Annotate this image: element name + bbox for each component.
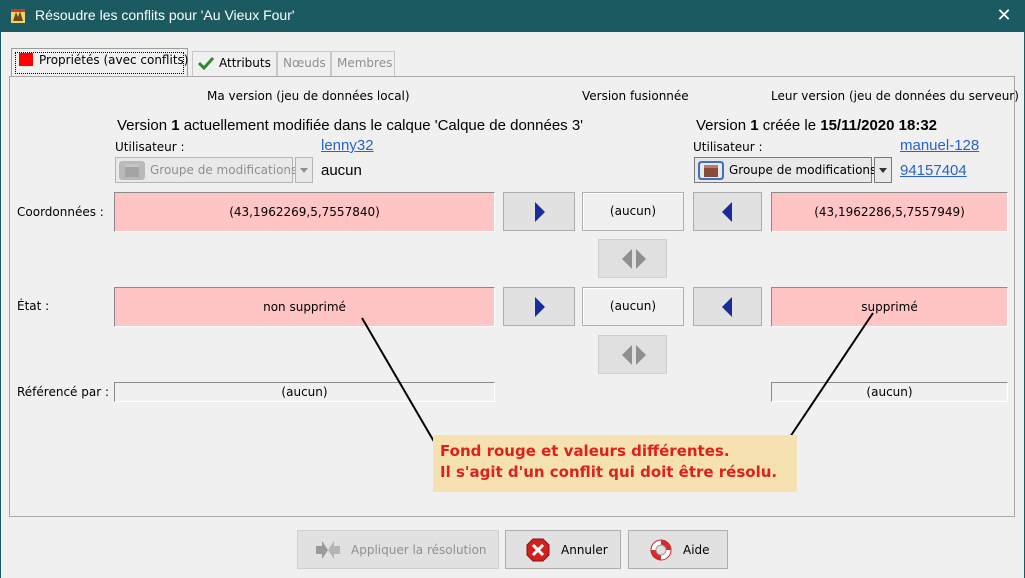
my-version-text: actuellement modifiée dans le calque 'Ca… — [179, 117, 584, 134]
help-label: Aide — [683, 543, 710, 557]
my-changeset-combo-label: Groupe de modifications — [150, 163, 298, 177]
my-referenced-by-value: (aucun) — [114, 382, 495, 402]
merged-coordinates-value: (aucun) — [582, 192, 684, 231]
their-changeset-combo-label: Groupe de modifications — [729, 163, 877, 177]
apply-resolution-label: Appliquer la résolution — [351, 543, 487, 557]
help-button[interactable]: Aide — [628, 530, 728, 569]
chevron-down-icon — [879, 168, 887, 173]
window-title: Résoudre les conflits pour 'Au Vieux Fou… — [35, 7, 295, 23]
their-user-link[interactable]: manuel-128 — [900, 137, 979, 154]
keep-their-coordinates-button[interactable] — [693, 192, 762, 231]
their-version-prefix: Version — [696, 117, 751, 134]
my-user-label: Utilisateur : — [115, 140, 185, 154]
undecide-state-button[interactable] — [598, 335, 667, 374]
arrow-left-icon — [722, 202, 732, 222]
merged-state-value: (aucun) — [582, 287, 684, 326]
apply-resolution-button[interactable]: Appliquer la résolution — [297, 530, 499, 569]
my-version-number: 1 — [171, 117, 180, 134]
their-referenced-by-value: (aucun) — [771, 382, 1008, 402]
my-changeset-dropdown[interactable] — [295, 157, 313, 183]
tab-members-label: Membres — [337, 56, 393, 70]
coordinates-label: Coordonnées : — [17, 205, 104, 219]
their-changeset-dropdown[interactable] — [874, 157, 892, 183]
cancel-label: Annuler — [561, 543, 608, 557]
check-icon — [198, 56, 214, 70]
header-merged-version: Version fusionnée — [582, 89, 689, 103]
conflict-explanation-callout: Fond rouge et valeurs différentes. Il s'… — [433, 435, 797, 492]
their-version-text: créée le — [758, 117, 821, 134]
cancel-icon — [526, 538, 550, 562]
tab-attributes[interactable]: Attributs — [192, 51, 277, 76]
keep-my-coordinates-button[interactable] — [503, 192, 575, 231]
tab-attributes-label: Attributs — [219, 56, 271, 70]
their-version-description: Version 1 créée le 15/11/2020 18:32 — [696, 117, 937, 134]
tab-members[interactable]: Membres — [331, 51, 395, 76]
cancel-button[interactable]: Annuler — [505, 530, 621, 569]
josm-app-icon — [11, 9, 25, 23]
arrow-left-icon — [722, 297, 732, 317]
header-their-version: Leur version (jeu de données du serveur) — [771, 89, 1019, 103]
callout-line-2: Il s'agit d'un conflit qui doit être rés… — [440, 463, 778, 481]
my-changeset-combo[interactable]: Groupe de modifications — [115, 157, 297, 183]
keep-their-state-button[interactable] — [693, 287, 762, 326]
changeset-icon — [698, 161, 724, 180]
my-version-prefix: Version — [117, 117, 172, 134]
my-state-value: non supprimé — [114, 287, 495, 327]
header-my-version: Ma version (jeu de données local) — [207, 89, 410, 103]
tab-nodes[interactable]: Nœuds — [277, 51, 331, 76]
chevron-down-icon — [300, 168, 308, 173]
their-coordinates-value: (43,1962286,5,7557949) — [771, 192, 1008, 232]
arrow-right-icon — [535, 297, 545, 317]
lifebuoy-icon — [650, 539, 672, 561]
tab-properties[interactable]: Propriétés (avec conflits) — [11, 48, 188, 76]
their-version-number: 1 — [750, 117, 759, 134]
referenced-by-label: Référencé par : — [17, 385, 110, 399]
title-bar: Résoudre les conflits pour 'Au Vieux Fou… — [0, 0, 1025, 32]
tab-nodes-label: Nœuds — [283, 56, 326, 70]
state-label: État : — [17, 299, 50, 313]
changeset-icon — [119, 161, 145, 180]
their-changeset-link[interactable]: 94157404 — [900, 162, 967, 179]
arrow-right-icon — [535, 202, 545, 222]
arrows-both-icon — [622, 345, 646, 365]
tab-focus-ring — [15, 52, 184, 74]
their-version-date: 15/11/2020 18:32 — [820, 117, 938, 134]
their-changeset-combo[interactable]: Groupe de modifications — [694, 157, 876, 183]
arrows-both-icon — [622, 249, 646, 269]
undecide-coordinates-button[interactable] — [598, 239, 667, 278]
their-state-value: supprimé — [771, 287, 1008, 327]
callout-line-1: Fond rouge et valeurs différentes. — [440, 442, 730, 460]
my-user-link[interactable]: lenny32 — [321, 137, 374, 154]
their-user-label: Utilisateur : — [693, 140, 763, 154]
apply-resolution-icon — [316, 541, 340, 559]
my-coordinates-value: (43,1962269,5,7557840) — [114, 192, 495, 232]
my-changeset-value: aucun — [321, 162, 362, 179]
close-icon[interactable]: ✕ — [992, 4, 1016, 28]
my-version-description: Version 1 actuellement modifiée dans le … — [117, 117, 583, 134]
keep-my-state-button[interactable] — [503, 287, 575, 326]
